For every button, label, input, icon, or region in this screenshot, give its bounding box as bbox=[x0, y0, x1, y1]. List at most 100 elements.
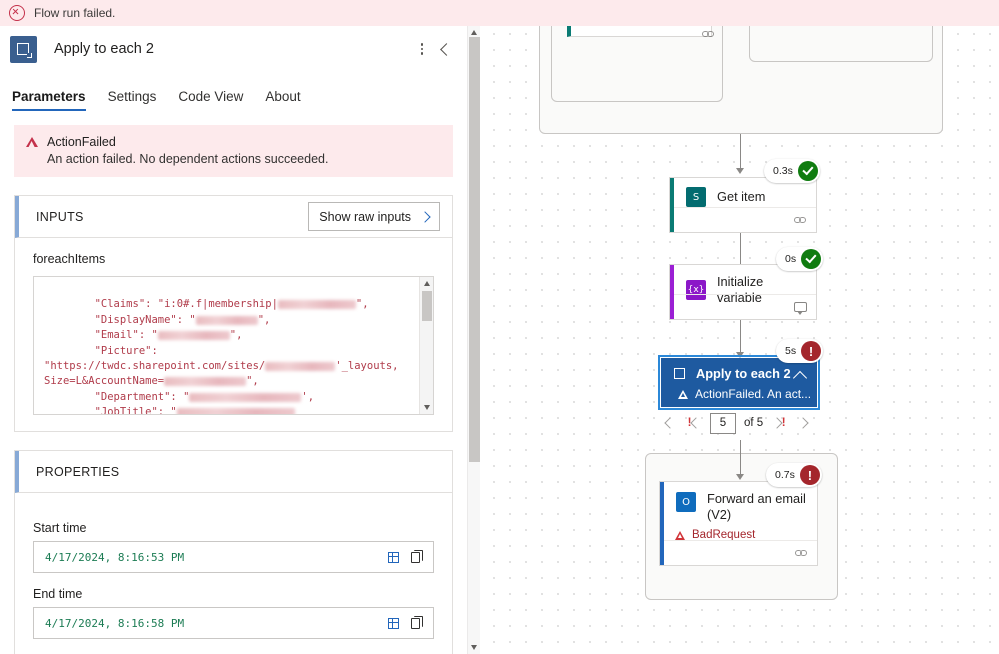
banner-text: Flow run failed. bbox=[34, 6, 116, 20]
duration-label: 0.7s bbox=[775, 469, 795, 481]
duration-label: 0.3s bbox=[773, 165, 793, 177]
foreach-items-code-block[interactable]: "Claims": "i:0#.f|membership| ", "Display… bbox=[33, 276, 434, 415]
node-footer bbox=[674, 207, 816, 232]
node-label: Get item bbox=[717, 189, 766, 204]
node-initialize-variable[interactable]: {x} Initialize variable bbox=[669, 264, 817, 320]
properties-card-body: Start time 4/17/2024, 8:16:53 PM End tim… bbox=[15, 493, 452, 654]
node-label-line1: Forward an email bbox=[707, 491, 806, 506]
connector-line bbox=[740, 320, 742, 355]
end-time-label: End time bbox=[33, 587, 83, 601]
redacted-value bbox=[195, 315, 258, 325]
tab-parameters[interactable]: Parameters bbox=[12, 89, 86, 112]
pager-previous-button[interactable] bbox=[659, 412, 681, 434]
show-raw-inputs-label: Show raw inputs bbox=[319, 209, 411, 224]
node-forward-an-email-v2[interactable]: O Forward an email (V2) BadRequest bbox=[659, 481, 818, 566]
kebab-menu-icon[interactable] bbox=[411, 38, 433, 60]
node-get-item[interactable]: S Get item bbox=[669, 177, 817, 233]
sharepoint-icon: S bbox=[686, 187, 706, 207]
warning-triangle-icon bbox=[678, 389, 688, 399]
error-message: An action failed. No dependent actions s… bbox=[47, 152, 329, 166]
code-scrollbar[interactable] bbox=[419, 277, 433, 414]
start-time-value: 4/17/2024, 8:16:53 PM bbox=[45, 550, 185, 564]
flow-failed-banner: Flow run failed. bbox=[0, 0, 999, 26]
iteration-pager: ! 5 of 5 ! bbox=[659, 412, 814, 434]
panel-scrollbar-thumb[interactable] bbox=[469, 37, 480, 462]
code-scrollbar-thumb[interactable] bbox=[422, 291, 432, 321]
comment-icon[interactable] bbox=[794, 302, 807, 315]
tab-about[interactable]: About bbox=[265, 89, 300, 111]
inputs-card-header: INPUTS Show raw inputs bbox=[15, 196, 452, 238]
status-badge-initialize-variable: 0s bbox=[776, 247, 824, 271]
properties-card: PROPERTIES Start time 4/17/2024, 8:16:53… bbox=[14, 450, 453, 654]
pager-next-failure-button[interactable]: ! bbox=[768, 412, 790, 434]
action-failed-callout: ActionFailed An action failed. No depend… bbox=[14, 125, 453, 177]
status-badge-get-item: 0.3s bbox=[764, 159, 820, 183]
flow-run-details-screen: Flow run failed. Apply to each 2 Paramet… bbox=[0, 0, 999, 654]
redacted-value bbox=[164, 377, 247, 387]
pager-previous-failure-button[interactable]: ! bbox=[683, 412, 705, 434]
node-label-line2: (V2) bbox=[707, 507, 732, 522]
scroll-down-arrow[interactable] bbox=[471, 645, 477, 650]
error-circle-x-icon bbox=[9, 5, 25, 21]
properties-heading: PROPERTIES bbox=[36, 464, 120, 479]
node-footer bbox=[674, 294, 816, 319]
warning-triangle-icon bbox=[675, 530, 685, 540]
end-time-field[interactable]: 4/17/2024, 8:16:58 PM bbox=[33, 607, 434, 639]
error-exclamation-icon: ! bbox=[801, 341, 822, 361]
properties-card-header: PROPERTIES bbox=[15, 451, 452, 493]
outlook-icon: O bbox=[676, 492, 696, 512]
foreach-loop-icon bbox=[10, 35, 37, 63]
duration-label: 5s bbox=[785, 345, 797, 357]
tab-settings[interactable]: Settings bbox=[108, 89, 157, 111]
node-label: Apply to each 2 bbox=[696, 366, 791, 381]
page-title: Apply to each 2 bbox=[54, 41, 154, 57]
copy-icon[interactable] bbox=[405, 613, 425, 633]
status-badge-forward-an-email: 0.7s ! bbox=[766, 463, 822, 487]
copy-icon[interactable] bbox=[405, 547, 425, 567]
pager-page-input[interactable]: 5 bbox=[710, 412, 736, 434]
panel-scrollbar[interactable] bbox=[467, 26, 480, 654]
pager-total-label: of 5 bbox=[744, 417, 764, 429]
scroll-up-arrow[interactable] bbox=[424, 281, 430, 286]
foreach-loop-icon bbox=[673, 367, 687, 381]
table-view-icon[interactable] bbox=[383, 547, 403, 567]
duration-label: 0s bbox=[785, 253, 797, 265]
inputs-card: INPUTS Show raw inputs foreachItems "Cla… bbox=[14, 195, 453, 432]
chevron-left-icon[interactable] bbox=[433, 38, 455, 60]
status-badge-apply-to-each-2: 5s ! bbox=[776, 339, 824, 363]
node-error-message: ActionFailed. An act... bbox=[695, 387, 812, 401]
redacted-value bbox=[176, 408, 295, 414]
success-check-icon bbox=[801, 249, 822, 269]
connector-line bbox=[740, 134, 742, 170]
scroll-down-arrow[interactable] bbox=[424, 405, 430, 410]
node-header: O Forward an email (V2) bbox=[660, 482, 817, 523]
success-check-icon bbox=[797, 161, 818, 181]
error-exclamation-icon: ! bbox=[799, 465, 820, 485]
start-time-field[interactable]: 4/17/2024, 8:16:53 PM bbox=[33, 541, 434, 573]
redacted-value bbox=[189, 392, 302, 402]
warning-triangle-icon bbox=[26, 137, 38, 147]
panel-header: Apply to each 2 bbox=[0, 26, 467, 72]
scroll-up-arrow[interactable] bbox=[471, 30, 477, 35]
link-icon[interactable] bbox=[794, 215, 807, 225]
tab-code-view[interactable]: Code View bbox=[178, 89, 243, 111]
node-error-message-row: ActionFailed. An act... bbox=[662, 387, 816, 401]
table-view-icon[interactable] bbox=[383, 613, 403, 633]
redacted-value bbox=[265, 362, 336, 372]
error-title: ActionFailed bbox=[47, 135, 116, 149]
chevron-right-icon bbox=[419, 210, 431, 223]
show-raw-inputs-button[interactable]: Show raw inputs bbox=[308, 202, 440, 231]
node-apply-to-each-2[interactable]: Apply to each 2 ActionFailed. An act... bbox=[658, 355, 820, 410]
action-details-panel: Apply to each 2 Parameters Settings Code… bbox=[0, 26, 467, 654]
panel-tabs: Parameters Settings Code View About bbox=[0, 78, 467, 112]
node-footer bbox=[664, 540, 817, 565]
pager-next-button[interactable] bbox=[792, 412, 814, 434]
flow-canvas[interactable]: ActionConditionFailed. The... S Get item… bbox=[481, 0, 999, 654]
connector-line bbox=[740, 440, 742, 478]
code-content: "Claims": "i:0#.f|membership| ", "Display… bbox=[34, 277, 433, 414]
foreach-items-label: foreachItems bbox=[33, 252, 106, 266]
connector-arrow bbox=[736, 168, 744, 174]
node-label: Forward an email (V2) bbox=[707, 491, 806, 523]
link-icon[interactable] bbox=[795, 548, 808, 558]
start-time-label: Start time bbox=[33, 521, 87, 535]
